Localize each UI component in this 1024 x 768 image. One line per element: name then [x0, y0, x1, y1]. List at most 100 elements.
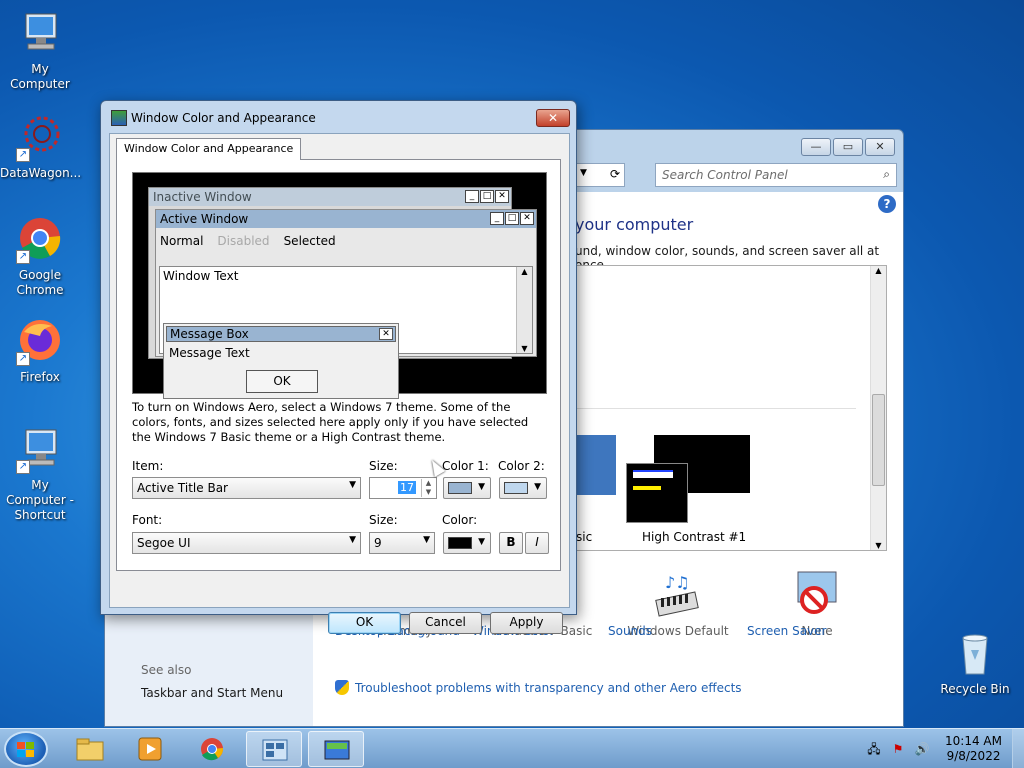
taskbar-window-color[interactable] — [308, 731, 364, 767]
menu-disabled[interactable]: Disabled — [217, 234, 269, 248]
stepper-arrows-icon[interactable]: ▲ ▼ — [421, 479, 435, 497]
scroll-down-icon: ▼ — [521, 344, 528, 353]
desktop-icon-datawagon[interactable]: ↗ DataWagon... — [0, 114, 81, 181]
sounds-icon: ♪♫ — [653, 570, 703, 618]
theme-basic-preview[interactable] — [576, 435, 616, 495]
active-window-title: Active Window — [160, 212, 249, 226]
clock[interactable]: 10:14 AM 9/8/2022 — [945, 734, 1002, 764]
theme-scrollbar[interactable]: ▲ ▼ — [870, 266, 886, 550]
color1-label: Color 1: — [442, 459, 489, 473]
scroll-down-icon[interactable]: ▼ — [871, 541, 886, 550]
maximize-icon: □ — [505, 212, 519, 225]
chevron-down-icon: ▼ — [423, 535, 430, 545]
font-select[interactable]: Segoe UI ▼ — [132, 532, 361, 554]
font-color-swatch — [448, 537, 472, 549]
theme-high-contrast-label[interactable]: High Contrast #1 — [642, 530, 746, 544]
appearance-preview[interactable]: Inactive Window _ □ ✕ Active Window _ □ ✕ No… — [132, 172, 547, 399]
taskbar-chrome[interactable] — [184, 731, 240, 767]
cancel-button[interactable]: Cancel — [409, 612, 482, 634]
italic-button[interactable]: I — [525, 532, 549, 554]
chevron-down-icon[interactable]: ▼ — [580, 168, 587, 178]
window-color-icon — [323, 738, 351, 762]
apply-button[interactable]: Apply — [490, 612, 563, 634]
desktop-icon-chrome[interactable]: ↗ Google Chrome — [0, 216, 80, 298]
theme-list[interactable]: sic High Contrast #1 ▲ ▼ — [575, 265, 887, 551]
desktop-icon-label: Google Chrome — [16, 268, 64, 297]
taskbar-media-player[interactable] — [122, 731, 178, 767]
firefox-icon: ↗ — [16, 318, 64, 366]
scroll-up-icon[interactable]: ▲ — [871, 266, 886, 275]
taskbar-start-menu-link[interactable]: Taskbar and Start Menu — [141, 686, 283, 700]
item-label: Item: — [132, 459, 164, 473]
refresh-icon[interactable]: ⟳ — [610, 167, 620, 181]
item-select[interactable]: Active Title Bar ▼ — [132, 477, 361, 499]
shortcut-arrow-icon: ↗ — [16, 460, 30, 474]
close-button[interactable]: ✕ — [536, 109, 570, 127]
action-center-icon[interactable]: ⚑ — [890, 741, 906, 757]
font-color-picker[interactable]: ▼ — [443, 532, 491, 554]
search-icon[interactable]: ⌕ — [883, 167, 890, 182]
color1-picker[interactable]: ▼ — [443, 477, 491, 499]
scroll-thumb[interactable] — [872, 394, 885, 486]
theme-basic-label[interactable]: sic — [576, 530, 592, 544]
taskbar-control-panel[interactable] — [246, 731, 302, 767]
screen-saver-link[interactable]: Screen Saver None — [747, 570, 887, 638]
dialog-title: Window Color and Appearance — [131, 111, 316, 125]
minimize-icon: _ — [490, 212, 504, 225]
scroll-up-icon: ▲ — [521, 267, 528, 276]
dialog-body: Window Color and Appearance Inactive Win… — [109, 133, 570, 634]
preview-menu[interactable]: Normal Disabled Selected — [156, 228, 536, 248]
desktop-icon-my-computer-shortcut[interactable]: ↗ My Computer - Shortcut — [0, 426, 80, 523]
help-icon[interactable]: ? — [878, 195, 896, 213]
color1-swatch — [448, 482, 472, 494]
preview-message-box[interactable]: Message Box ✕ Message Text OK — [163, 323, 399, 399]
chevron-down-icon: ▼ — [534, 482, 541, 492]
clock-time: 10:14 AM — [945, 734, 1002, 748]
bold-button[interactable]: B — [499, 532, 523, 554]
size-stepper[interactable]: 17 ▲ ▼ — [369, 477, 437, 499]
start-button[interactable] — [4, 731, 48, 767]
preview-scrollbar[interactable]: ▲ ▼ — [516, 267, 532, 353]
chevron-down-icon: ▼ — [478, 482, 485, 492]
shortcut-arrow-icon: ↗ — [16, 250, 30, 264]
computer-icon: ↗ — [16, 426, 64, 474]
color2-swatch — [504, 482, 528, 494]
svg-text:♪♫: ♪♫ — [665, 573, 690, 592]
desktop-icon-recycle-bin[interactable]: Recycle Bin — [935, 630, 1015, 697]
datawagon-icon: ↗ — [16, 114, 64, 162]
menu-normal[interactable]: Normal — [160, 234, 203, 248]
taskbar-explorer[interactable] — [62, 731, 118, 767]
volume-icon[interactable]: 🔊 — [914, 741, 930, 757]
desktop-icon-my-computer[interactable]: My Computer — [0, 10, 80, 92]
troubleshoot-link[interactable]: Troubleshoot problems with transparency … — [335, 680, 742, 695]
desktop-icon-label: Firefox — [20, 370, 60, 384]
search-placeholder: Search Control Panel — [662, 168, 788, 182]
close-button[interactable]: ✕ — [865, 138, 895, 156]
caption-buttons: — ▭ ✕ — [801, 138, 895, 156]
desktop-icon-label: My Computer — [10, 62, 70, 91]
tab-window-color-appearance[interactable]: Window Color and Appearance — [116, 138, 302, 160]
chrome-icon — [198, 737, 226, 761]
address-bar-end[interactable]: ▼ ⟳ — [575, 163, 625, 187]
taskbar: 🖧 ⚑ 🔊 10:14 AM 9/8/2022 — [0, 728, 1024, 768]
minimize-icon: _ — [465, 190, 479, 203]
message-text: Message Text — [169, 346, 250, 360]
shortcut-arrow-icon: ↗ — [16, 352, 30, 366]
chevron-down-icon: ▼ — [349, 480, 356, 490]
ok-button[interactable]: OK — [328, 612, 401, 634]
font-label: Font: — [132, 513, 163, 527]
network-icon[interactable]: 🖧 — [866, 741, 882, 757]
close-icon: ✕ — [495, 190, 509, 203]
tab-panel: Inactive Window _ □ ✕ Active Window _ □ ✕ No… — [116, 159, 561, 571]
message-box-ok-button[interactable]: OK — [246, 370, 318, 393]
desktop-icon-firefox[interactable]: ↗ Firefox — [0, 318, 80, 385]
search-input[interactable]: Search Control Panel ⌕ — [655, 163, 897, 187]
color2-picker[interactable]: ▼ — [499, 477, 547, 499]
chevron-down-icon: ▼ — [478, 537, 485, 547]
menu-selected[interactable]: Selected — [284, 234, 336, 248]
font-size-select[interactable]: 9 ▼ — [369, 532, 435, 554]
sounds-link[interactable]: ♪♫ Sounds Windows Default — [608, 570, 748, 638]
maximize-button[interactable]: ▭ — [833, 138, 863, 156]
minimize-button[interactable]: — — [801, 138, 831, 156]
show-desktop-button[interactable] — [1012, 729, 1024, 768]
